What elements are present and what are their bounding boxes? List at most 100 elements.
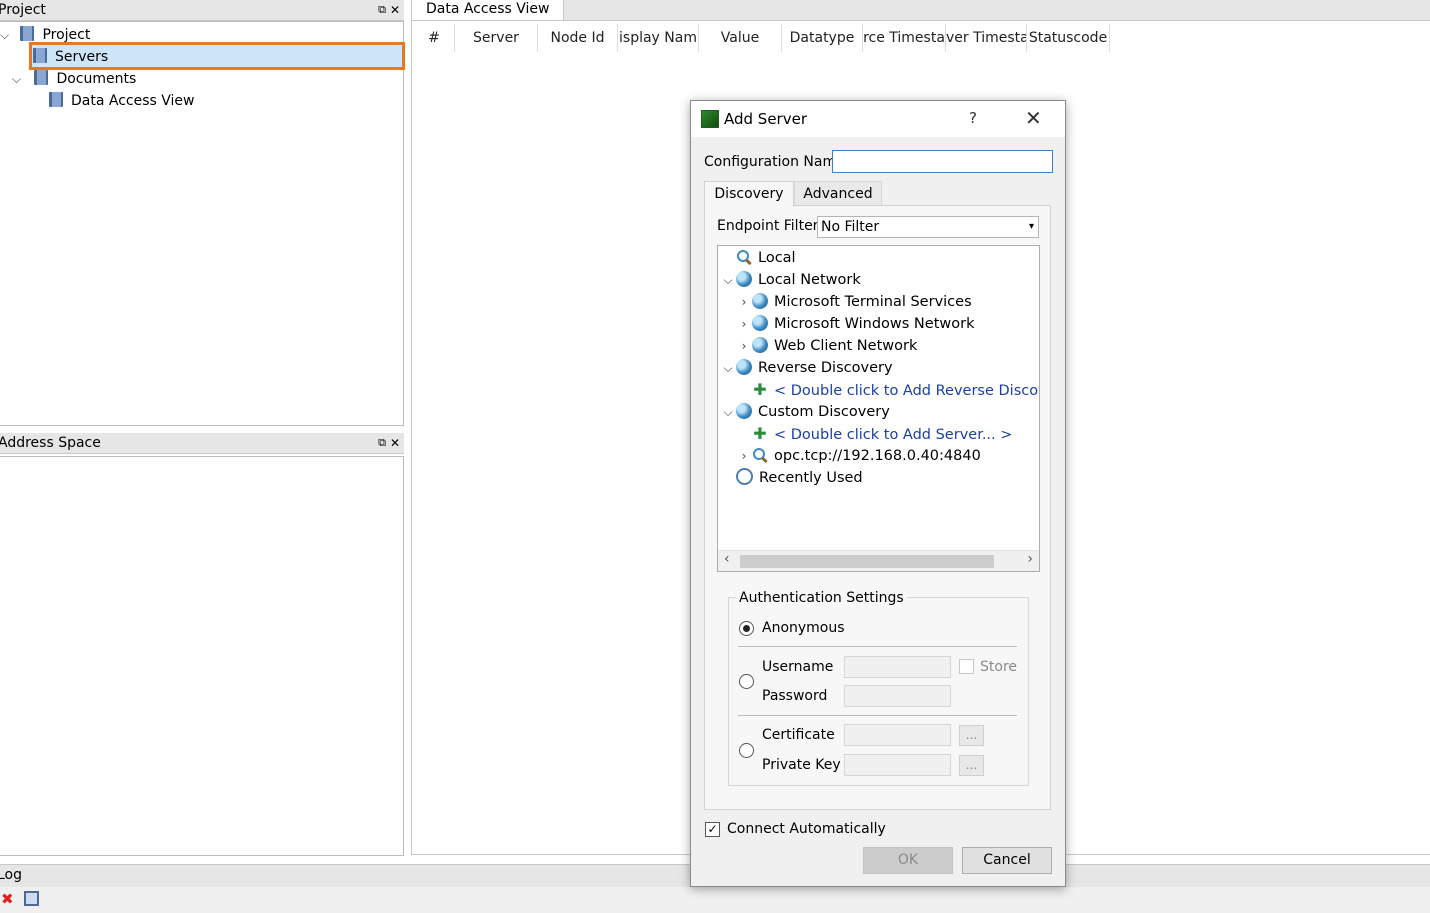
node-label: Web Client Network (774, 338, 918, 354)
plus-icon: ✚ (753, 380, 767, 399)
discovery-tree: Local ⌵ Local Network › Microsoft Terminal… (717, 245, 1040, 572)
log-toolbar: ✖ (0, 887, 1430, 913)
clock-icon (736, 468, 753, 485)
anonymous-radio[interactable] (739, 621, 754, 636)
connect-auto-checkbox[interactable]: ✓ (705, 822, 720, 837)
tree-item-data-access-view[interactable]: Data Access View (49, 90, 194, 112)
chevron-down-icon[interactable]: ⌵ (12, 68, 24, 90)
tree-node-opc-endpoint[interactable]: › opc.tcp://192.168.0.40:4840 (736, 445, 981, 467)
ok-button[interactable]: OK (863, 847, 953, 874)
float-icon[interactable]: ⧉ (378, 0, 386, 20)
endpoint-filter-value: No Filter (821, 219, 880, 235)
chevron-right-icon[interactable]: › (736, 313, 752, 335)
tree-node-add-reverse-discovery[interactable]: ✚ < Double click to Add Reverse Discovery (752, 379, 1039, 401)
divider (738, 715, 1017, 716)
dialog-titlebar: Add Server ? ✕ (691, 101, 1065, 137)
password-label: Password (762, 688, 828, 704)
plus-icon: ✚ (753, 424, 767, 443)
column-header[interactable]: # (414, 24, 455, 52)
store-checkbox (959, 659, 974, 674)
tab-advanced[interactable]: Advanced (794, 181, 882, 206)
node-label: < Double click to Add Reverse Discovery (774, 383, 1039, 399)
tree-node-custom-discovery[interactable]: ⌵ Custom Discovery (720, 401, 890, 423)
horizontal-scrollbar[interactable]: ‹ › (718, 550, 1039, 571)
cancel-button[interactable]: Cancel (962, 847, 1052, 874)
store-label: Store (980, 659, 1018, 675)
private-key-browse-button: ... (959, 755, 984, 776)
close-icon[interactable]: ✕ (1025, 106, 1042, 130)
chevron-down-icon[interactable]: ⌵ (0, 24, 12, 46)
node-label: Recently Used (759, 470, 863, 486)
tree-node-local[interactable]: Local (720, 247, 796, 269)
username-label: Username (762, 659, 834, 675)
tab-discovery[interactable]: Discovery (704, 181, 794, 207)
tree-node-recently-used[interactable]: Recently Used (720, 467, 863, 489)
project-icon (20, 26, 35, 41)
chevron-right-icon[interactable]: › (736, 291, 752, 313)
tree-item-label: Project (42, 27, 91, 43)
help-button[interactable]: ? (969, 109, 977, 127)
tree-item-label: Data Access View (71, 93, 195, 109)
tree-node-local-network[interactable]: ⌵ Local Network (720, 269, 861, 291)
column-header[interactable]: rce Timesta (863, 24, 946, 52)
project-panel-header: Project ⧉ ✕ (0, 0, 404, 21)
close-icon[interactable]: ✕ (390, 433, 400, 453)
node-label: Local (758, 250, 796, 266)
scroll-right-icon[interactable]: › (1027, 551, 1033, 567)
tree-item-servers[interactable]: Servers (33, 46, 108, 68)
chevron-down-icon[interactable]: ⌵ (720, 357, 736, 379)
float-icon[interactable]: ⧉ (378, 433, 386, 453)
tree-node-web-client-network[interactable]: › Web Client Network (736, 335, 917, 357)
endpoint-filter-select[interactable]: No Filter ▾ (817, 216, 1039, 238)
tree-node-add-server[interactable]: ✚ < Double click to Add Server... > (752, 423, 1012, 445)
address-panel-header: Address Space ⧉ ✕ (0, 433, 404, 454)
certificate-radio[interactable] (739, 743, 754, 758)
document-icon (49, 92, 63, 107)
column-header[interactable]: Node Id (538, 24, 618, 52)
divider (738, 646, 1017, 647)
scroll-left-icon[interactable]: ‹ (724, 551, 730, 567)
servers-icon (33, 48, 47, 63)
save-icon[interactable] (24, 891, 39, 906)
scrollbar-thumb[interactable] (740, 555, 994, 568)
column-header[interactable]: isplay Nam (618, 24, 699, 52)
add-server-dialog: Add Server ? ✕ Configuration Name Discov… (690, 100, 1066, 887)
anonymous-label: Anonymous (762, 620, 845, 636)
tree-item-label: Servers (55, 49, 109, 65)
column-header[interactable]: ver Timesta (946, 24, 1027, 52)
column-header[interactable]: Statuscode (1027, 24, 1110, 52)
clear-icon[interactable]: ✖ (1, 890, 14, 908)
chevron-right-icon[interactable]: › (736, 445, 752, 467)
node-label: Custom Discovery (758, 404, 890, 420)
close-icon[interactable]: ✕ (390, 0, 400, 20)
username-radio[interactable] (739, 674, 754, 689)
column-header[interactable]: Value (699, 24, 782, 52)
column-header[interactable]: Datatype (782, 24, 863, 52)
node-label: Reverse Discovery (758, 360, 893, 376)
chevron-down-icon[interactable]: ⌵ (720, 401, 736, 423)
network-icon (752, 293, 768, 309)
tree-node-reverse-discovery[interactable]: ⌵ Reverse Discovery (720, 357, 893, 379)
column-header[interactable]: Server (455, 24, 538, 52)
tree-item-label: Documents (56, 71, 137, 87)
tree-item-project[interactable]: ⌵ Project (0, 24, 90, 46)
log-panel-title: Log (0, 867, 23, 883)
tree-node-windows-network[interactable]: › Microsoft Windows Network (736, 313, 974, 335)
auth-settings-title: Authentication Settings (736, 590, 907, 606)
tab-data-access-view[interactable]: Data Access View (411, 0, 565, 20)
private-key-label: Private Key (762, 757, 841, 773)
tree-item-documents[interactable]: ⌵ Documents (12, 68, 136, 90)
chevron-right-icon[interactable]: › (736, 335, 752, 357)
caret-down-icon: ▾ (1028, 221, 1034, 232)
chevron-down-icon[interactable]: ⌵ (720, 269, 736, 291)
network-icon (736, 359, 752, 375)
address-space-tree (0, 456, 404, 856)
tree-node-terminal-services[interactable]: › Microsoft Terminal Services (736, 291, 972, 313)
app-icon (701, 110, 719, 128)
node-label: < Double click to Add Server... > (774, 427, 1013, 443)
node-label: Microsoft Terminal Services (774, 294, 972, 310)
network-icon (752, 315, 768, 331)
network-icon (736, 403, 752, 419)
config-name-input[interactable] (832, 150, 1053, 173)
node-label: Microsoft Windows Network (774, 316, 975, 332)
